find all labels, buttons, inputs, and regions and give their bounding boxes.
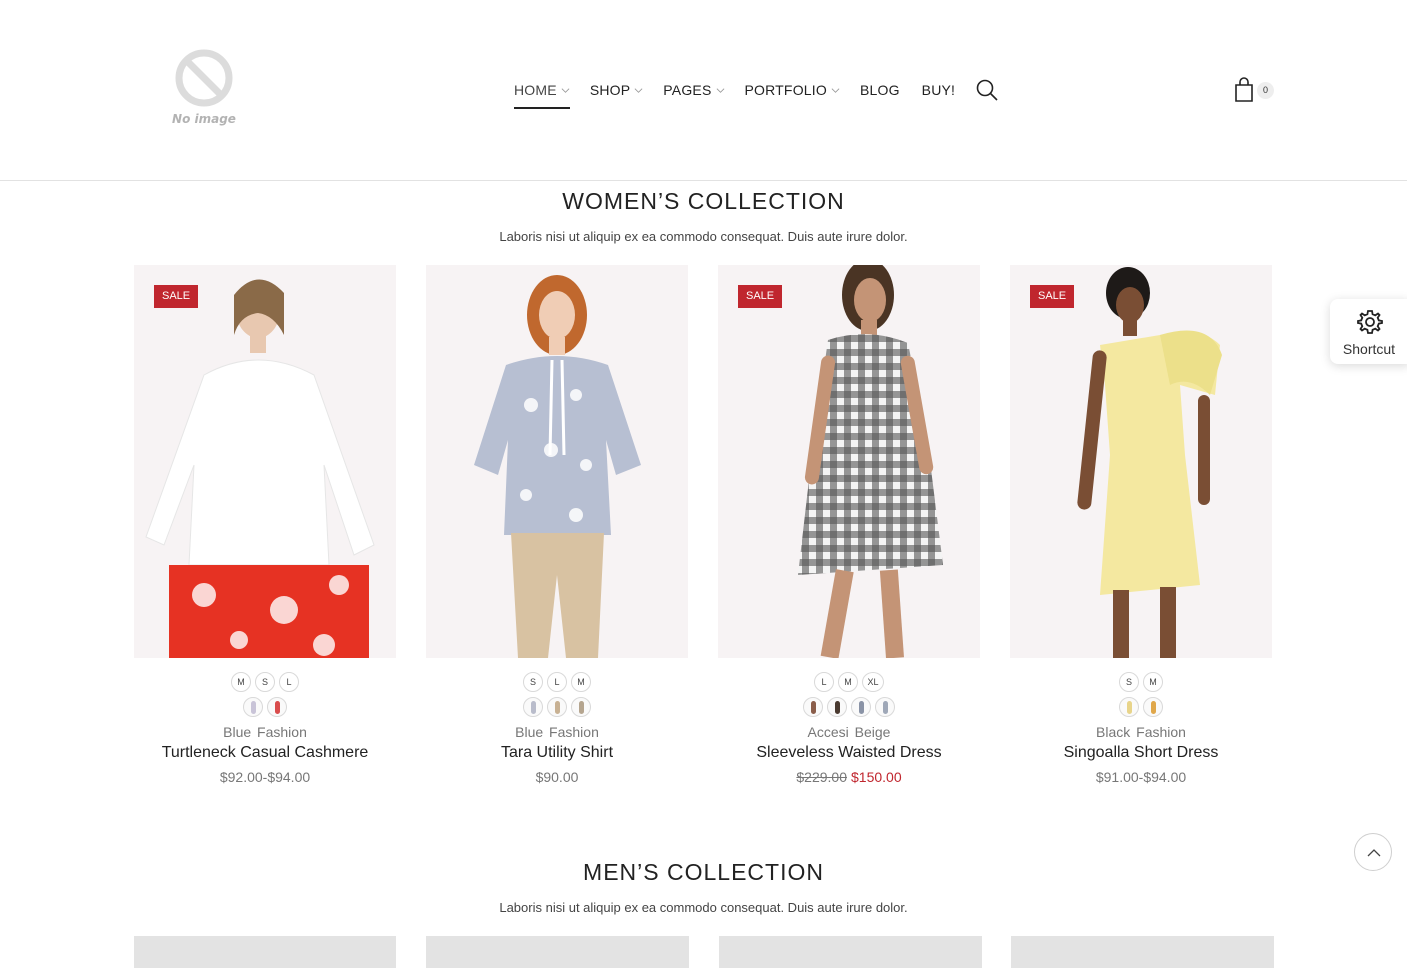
color-swatch[interactable] [267, 697, 287, 717]
product-card: S L M Blue Fashion Tara Utility Shirt $9… [426, 265, 688, 785]
size-option[interactable]: XL [862, 672, 884, 692]
cart-count-badge: 0 [1257, 82, 1274, 99]
product-price: $92.00-$94.00 [219, 769, 311, 785]
color-swatch[interactable] [571, 697, 591, 717]
sale-badge: SALE [738, 285, 783, 308]
nav-label: BUY! [921, 82, 956, 98]
product-name[interactable]: Turtleneck Casual Cashmere [134, 744, 396, 762]
color-swatches [426, 697, 688, 717]
nav-label: BLOG [859, 82, 900, 98]
original-price: $229.00 [796, 769, 847, 785]
product-card: SALE M S L Blue Fashion Turtleneck Casua… [134, 265, 396, 785]
nav-item-portfolio[interactable]: PORTFOLIO [745, 82, 840, 98]
color-swatch[interactable] [827, 697, 847, 717]
product-image[interactable] [426, 265, 688, 658]
size-option[interactable]: M [571, 672, 591, 692]
color-swatch[interactable] [1119, 697, 1139, 717]
size-options: S M [1010, 672, 1272, 692]
color-swatches [1010, 697, 1272, 717]
product-name[interactable]: Tara Utility Shirt [426, 744, 688, 762]
product-name[interactable]: Sleeveless Waisted Dress [718, 744, 980, 762]
color-swatch[interactable] [851, 697, 871, 717]
product-price: $229.00 $150.00 [718, 769, 980, 785]
product-price: $90.00 [535, 769, 579, 785]
nav-item-shop[interactable]: SHOP [590, 82, 643, 98]
size-option[interactable]: S [523, 672, 543, 692]
cart-button[interactable]: 0 [1233, 77, 1277, 105]
size-option[interactable]: M [231, 672, 251, 692]
sale-badge: SALE [154, 285, 199, 308]
gear-icon [1357, 310, 1383, 334]
nav-item-home[interactable]: HOME [514, 82, 570, 109]
product-image-placeholder[interactable] [426, 936, 689, 968]
nav-label: HOME [514, 82, 557, 98]
nav-label: PAGES [663, 82, 712, 98]
product-image-placeholder[interactable] [719, 936, 982, 968]
womens-collection-title: WOMEN’S COLLECTION [562, 188, 845, 214]
nav-item-pages[interactable]: PAGES [663, 82, 724, 98]
model-figure [1077, 267, 1222, 658]
size-option[interactable]: L [279, 672, 299, 692]
size-option[interactable]: S [255, 672, 275, 692]
model-figure [474, 275, 641, 658]
site-logo[interactable]: No image [168, 48, 240, 138]
size-options: M S L [134, 672, 396, 692]
back-to-top-button[interactable] [1354, 833, 1392, 871]
color-swatches [134, 697, 396, 717]
no-image-icon [175, 49, 233, 107]
nav-label: SHOP [589, 82, 631, 98]
chevron-down-icon [634, 87, 643, 93]
color-swatch[interactable] [875, 697, 895, 717]
site-header: No image HOME SHOP PAGES PORTFOLIO BLOG … [0, 0, 1407, 181]
product-image[interactable]: SALE [134, 265, 396, 658]
shopping-bag-icon [1235, 77, 1253, 102]
product-vendor[interactable]: Blue Fashion [426, 724, 688, 740]
womens-collection-subtitle: Laboris nisi ut aliquip ex ea commodo co… [499, 229, 908, 244]
size-options: S L M [426, 672, 688, 692]
product-image-placeholder[interactable] [134, 936, 396, 968]
chevron-down-icon [716, 87, 724, 93]
product-card: SALE L M XL Accesi Beige Sleeveless Wais… [718, 265, 980, 785]
color-swatch[interactable] [547, 697, 567, 717]
size-option[interactable]: S [1119, 672, 1139, 692]
mens-collection-title: MEN’S COLLECTION [583, 859, 824, 885]
product-vendor[interactable]: Accesi Beige [718, 724, 980, 740]
product-card: SALE S M Black Fashion Singoalla Short D… [1010, 265, 1272, 785]
shortcut-label: Shortcut [1342, 341, 1396, 357]
product-image-placeholder[interactable] [1011, 936, 1274, 968]
main-navigation: HOME SHOP PAGES PORTFOLIO BLOG BUY! [514, 78, 999, 109]
size-option[interactable]: L [547, 672, 567, 692]
nav-label: PORTFOLIO [744, 82, 827, 98]
product-price: $91.00-$94.00 [1095, 769, 1187, 785]
chevron-up-icon [1367, 849, 1381, 857]
size-option[interactable]: L [814, 672, 834, 692]
search-icon[interactable] [975, 78, 999, 102]
color-swatch[interactable] [523, 697, 543, 717]
size-options: L M XL [718, 672, 980, 692]
color-swatch[interactable] [1143, 697, 1163, 717]
shortcut-button[interactable]: Shortcut [1330, 299, 1407, 364]
color-swatch[interactable] [803, 697, 823, 717]
chevron-down-icon [561, 87, 570, 93]
model-figure [145, 279, 375, 658]
color-swatches [718, 697, 980, 717]
product-name[interactable]: Singoalla Short Dress [1010, 744, 1272, 762]
color-swatch[interactable] [243, 697, 263, 717]
nav-item-blog[interactable]: BLOG [860, 82, 900, 98]
nav-item-buy[interactable]: BUY! [922, 82, 955, 98]
mens-collection-subtitle: Laboris nisi ut aliquip ex ea commodo co… [499, 900, 908, 915]
model-figure [798, 265, 943, 658]
chevron-down-icon [831, 87, 840, 93]
size-option[interactable]: M [838, 672, 858, 692]
product-vendor[interactable]: Blue Fashion [134, 724, 396, 740]
product-vendor[interactable]: Black Fashion [1010, 724, 1272, 740]
product-image[interactable]: SALE [1010, 265, 1272, 658]
size-option[interactable]: M [1143, 672, 1163, 692]
product-image[interactable]: SALE [718, 265, 980, 658]
sale-price: $150.00 [851, 769, 902, 785]
logo-text: No image [172, 112, 236, 126]
sale-badge: SALE [1030, 285, 1075, 308]
